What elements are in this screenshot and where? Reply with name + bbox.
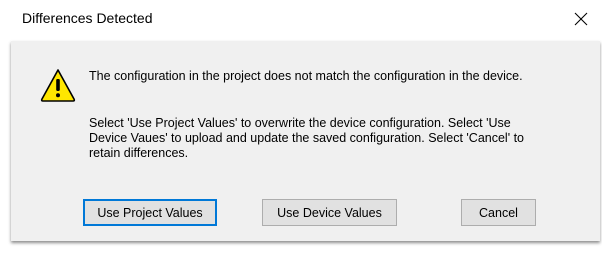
dialog-body: The configuration in the project does no…: [11, 41, 600, 241]
close-button[interactable]: [564, 4, 598, 34]
title-bar: Differences Detected: [0, 0, 602, 38]
message-instructions: Select 'Use Project Values' to overwrite…: [89, 116, 524, 160]
use-device-values-button[interactable]: Use Device Values: [262, 199, 397, 226]
close-icon: [574, 12, 588, 26]
warning-icon: [40, 69, 76, 102]
message-mismatch: The configuration in the project does no…: [89, 69, 523, 83]
differences-detected-dialog: Differences Detected The configuration i…: [0, 0, 602, 253]
cancel-button[interactable]: Cancel: [461, 199, 536, 226]
dialog-title: Differences Detected: [22, 10, 153, 26]
use-project-values-button[interactable]: Use Project Values: [83, 199, 217, 226]
